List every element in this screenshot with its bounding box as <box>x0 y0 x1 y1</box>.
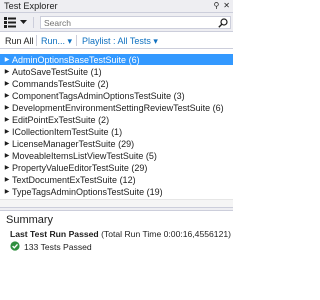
chevron-down-icon[interactable] <box>18 16 28 29</box>
expand-arrow-icon[interactable]: ▶ <box>0 80 12 87</box>
search-icon[interactable] <box>218 18 228 30</box>
playlist-dropdown[interactable]: Playlist : All Tests ▾ <box>82 36 158 47</box>
tree-item[interactable]: ▶ AutoSaveTestSuite (1) <box>0 66 233 77</box>
tree-item[interactable]: ▶ PropertyValueEditorTestSuite (29) <box>0 162 233 173</box>
tree-item[interactable]: ▶ TextDocumentExTestSuite (12) <box>0 174 233 185</box>
run-label: Run... <box>41 36 66 46</box>
pin-icon[interactable]: ⚲ <box>213 1 219 10</box>
window-title: Test Explorer <box>4 1 58 11</box>
last-run-line: Last Test Run Passed (Total Run Time 0:0… <box>10 229 231 239</box>
tree-item-label: PropertyValueEditorTestSuite (29) <box>12 162 148 173</box>
tree-item[interactable]: ▶ ICollectionItemTestSuite (1) <box>0 126 233 137</box>
tree-item[interactable]: ▶ CommandsTestSuite (2) <box>0 78 233 89</box>
expand-arrow-icon[interactable]: ▶ <box>0 164 12 171</box>
summary-pane: Summary Last Test Run Passed (Total Run … <box>0 211 233 300</box>
title-buttons: ⚲ ✕ <box>213 1 230 10</box>
expand-arrow-icon[interactable]: ▶ <box>0 140 12 147</box>
tree-item-label: AdminOptionsBaseTestSuite (6) <box>12 54 140 65</box>
summary-heading: Summary <box>6 214 54 226</box>
search-input[interactable] <box>44 17 214 28</box>
expand-arrow-icon[interactable]: ▶ <box>0 116 12 123</box>
expand-arrow-icon[interactable]: ▶ <box>0 68 12 75</box>
tree-item[interactable]: ▶ ComponentTagsAdminOptionsTestSuite (3) <box>0 90 233 101</box>
toolbar-separator <box>29 16 37 29</box>
expand-arrow-icon[interactable]: ▶ <box>0 92 12 99</box>
tree-item-label: MoveableItemsListViewTestSuite (5) <box>12 150 157 161</box>
tree-item[interactable]: ▶ DevelopmentEnvironmentSettingReviewTes… <box>0 102 233 113</box>
search-box[interactable] <box>40 16 231 29</box>
tree-item-label: ICollectionItemTestSuite (1) <box>12 126 123 137</box>
playlist-label: Playlist : All Tests <box>82 36 151 46</box>
group-by-icon[interactable] <box>3 16 17 29</box>
horizontal-scrollbar[interactable] <box>0 199 233 207</box>
last-run-status: Last Test Run Passed <box>10 229 99 239</box>
run-dropdown[interactable]: Run... ▾ <box>41 36 72 47</box>
command-bar: Run All Run... ▾ Playlist : All Tests ▾ <box>0 32 233 49</box>
expand-arrow-icon[interactable]: ▶ <box>0 56 12 63</box>
tree-item[interactable]: ▶ TypeTagsAdminOptionsTestSuite (19) <box>0 186 233 197</box>
separator <box>76 35 77 46</box>
tree-item-label: CommandsTestSuite (2) <box>12 78 109 89</box>
test-tree: ▶ AdminOptionsBaseTestSuite (6) ▶ AutoSa… <box>0 50 233 207</box>
tree-item-label: LicenseManagerTestSuite (29) <box>12 138 135 149</box>
run-all-button[interactable]: Run All <box>5 36 34 46</box>
expand-arrow-icon[interactable]: ▶ <box>0 176 12 183</box>
tree-item[interactable]: ▶ EditPointExTestSuite (2) <box>0 114 233 125</box>
playlist-dropdown-arrow-icon: ▾ <box>153 36 158 46</box>
separator <box>36 35 37 46</box>
run-dropdown-arrow-icon: ▾ <box>67 36 73 46</box>
last-run-detail: (Total Run Time 0:00:16,4556121) <box>101 229 232 239</box>
tree-item-label: ComponentTagsAdminOptionsTestSuite (3) <box>12 90 185 101</box>
tree-item[interactable]: ▶ AdminOptionsBaseTestSuite (6) <box>0 54 233 65</box>
tree-item[interactable]: ▶ MoveableItemsListViewTestSuite (5) <box>0 150 233 161</box>
expand-arrow-icon[interactable]: ▶ <box>0 104 12 111</box>
tree-item-label: TextDocumentExTestSuite (12) <box>12 174 136 185</box>
title-bar: Test Explorer ⚲ ✕ <box>0 0 233 13</box>
expand-arrow-icon[interactable]: ▶ <box>0 152 12 159</box>
close-icon[interactable]: ✕ <box>223 1 230 10</box>
passed-line: 133 Tests Passed <box>10 241 92 253</box>
expand-arrow-icon[interactable]: ▶ <box>0 128 12 135</box>
passed-count-text[interactable]: 133 Tests Passed <box>24 242 92 252</box>
tree-item-label: AutoSaveTestSuite (1) <box>12 66 102 77</box>
tree-item-label: TypeTagsAdminOptionsTestSuite (19) <box>12 186 163 197</box>
tree-item[interactable]: ▶ LicenseManagerTestSuite (29) <box>0 138 233 149</box>
tree-item-label: EditPointExTestSuite (2) <box>12 114 110 125</box>
check-circle-icon <box>10 241 20 253</box>
tree-item-label: DevelopmentEnvironmentSettingReviewTestS… <box>12 102 224 113</box>
toolbar <box>0 13 233 32</box>
expand-arrow-icon[interactable]: ▶ <box>0 188 12 195</box>
